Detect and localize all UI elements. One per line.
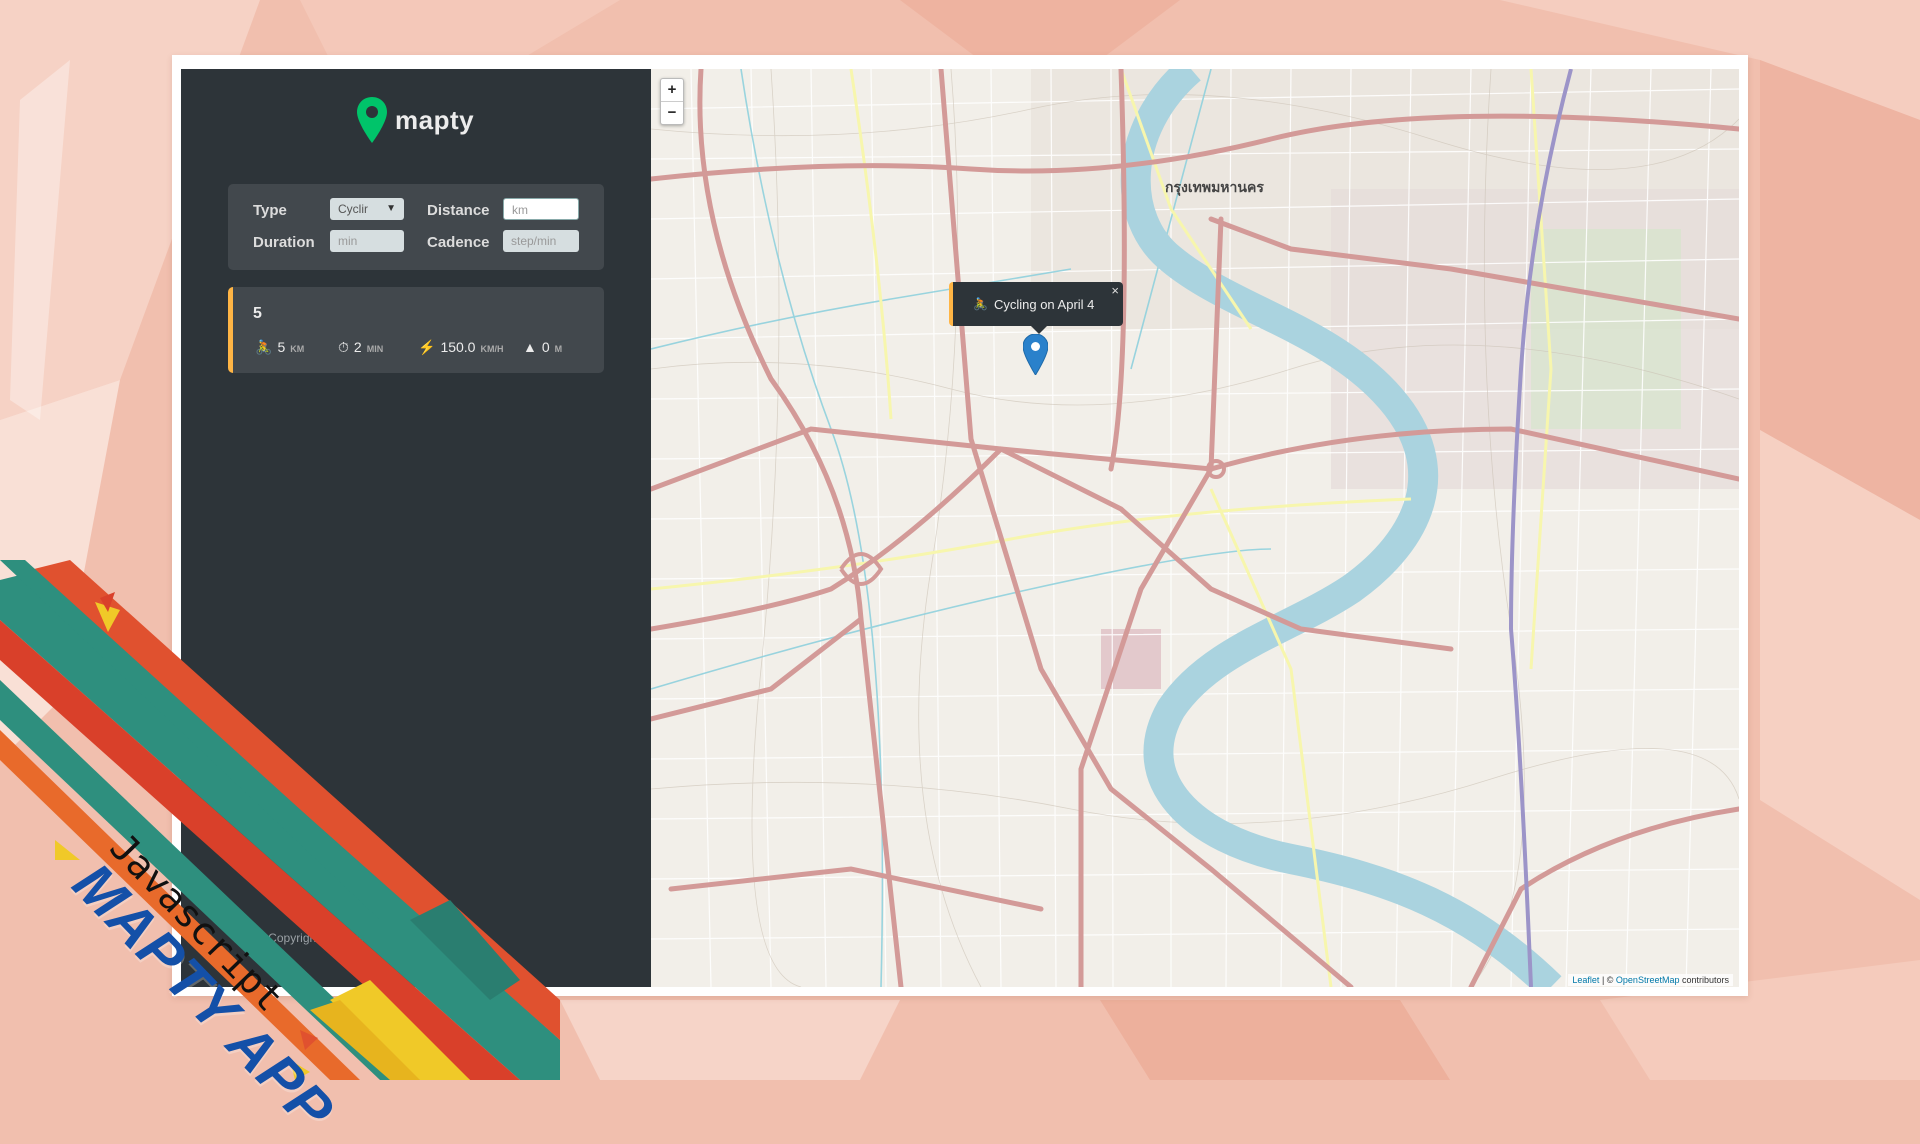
mountain-icon: ▲: [523, 339, 537, 355]
leaflet-link[interactable]: Leaflet: [1572, 975, 1599, 985]
workout-distance: 🚴 5 km: [255, 339, 304, 356]
elevation-unit: m: [554, 344, 563, 354]
cadence-label: Cadence: [427, 234, 490, 251]
zoom-in-button[interactable]: +: [661, 79, 683, 101]
logo: mapty: [357, 97, 474, 143]
duration-value: 2: [353, 339, 362, 355]
zoom-control: + −: [660, 78, 684, 125]
map-pin-icon: [357, 97, 387, 143]
elevation-value: 0: [541, 339, 550, 355]
distance-value: 5: [277, 339, 286, 355]
osm-link[interactable]: OpenStreetMap: [1616, 975, 1680, 985]
attribution-separator: | ©: [1599, 975, 1616, 985]
duration-placeholder: min: [338, 234, 358, 248]
workout-item-cycling[interactable]: 5 🚴 5 km ⏱ 2 min ⚡ 150.0 km/h ▲: [228, 287, 604, 373]
distance-unit: km: [290, 344, 305, 354]
popup-tip: [1031, 326, 1047, 334]
popup-text: Cycling on April 4: [993, 296, 1095, 312]
workout-speed: ⚡ 150.0 km/h: [418, 339, 503, 356]
workout-elevation: ▲ 0 m: [523, 339, 562, 355]
duration-input[interactable]: min: [330, 230, 404, 252]
distance-input[interactable]: km: [503, 198, 579, 220]
chevron-down-icon: ▼: [386, 203, 396, 214]
cadence-input[interactable]: step/min: [503, 230, 579, 252]
duration-label: Duration: [253, 234, 315, 251]
logo-text: mapty: [395, 104, 475, 135]
map-marker-icon[interactable]: [1023, 334, 1048, 375]
map[interactable]: + − กรุงเทพมหานคร 🚴 Cycling on April 4 ×…: [651, 69, 1739, 987]
workout-title: 5: [253, 305, 262, 322]
cadence-placeholder: step/min: [511, 234, 557, 248]
stopwatch-icon: ⏱: [338, 339, 349, 355]
map-tiles: [651, 69, 1739, 987]
workout-popup[interactable]: 🚴 Cycling on April 4 ×: [949, 282, 1123, 326]
speed-value: 150.0: [440, 339, 476, 355]
type-select[interactable]: Cyclir ▼: [330, 198, 404, 220]
zoom-out-button[interactable]: −: [661, 101, 683, 124]
decorative-ribbons: [0, 560, 560, 1080]
cyclist-icon: 🚴: [973, 297, 988, 311]
type-select-value: Cyclir: [338, 202, 368, 216]
duration-unit: min: [366, 344, 384, 354]
type-label: Type: [253, 202, 287, 219]
speed-unit: km/h: [480, 344, 504, 354]
close-icon[interactable]: ×: [1111, 283, 1119, 298]
workout-form: Type Cyclir ▼ Distance km Duration min C…: [228, 184, 604, 270]
lightning-icon: ⚡: [418, 339, 436, 355]
cyclist-icon: 🚴: [255, 339, 273, 355]
workout-duration: ⏱ 2 min: [338, 339, 383, 356]
attribution-tail: contributors: [1679, 975, 1729, 985]
distance-label: Distance: [427, 202, 490, 219]
map-attribution: Leaflet | © OpenStreetMap contributors: [1568, 974, 1733, 986]
map-area-label: กรุงเทพมหานคร: [1165, 179, 1264, 195]
distance-placeholder: km: [512, 203, 528, 217]
